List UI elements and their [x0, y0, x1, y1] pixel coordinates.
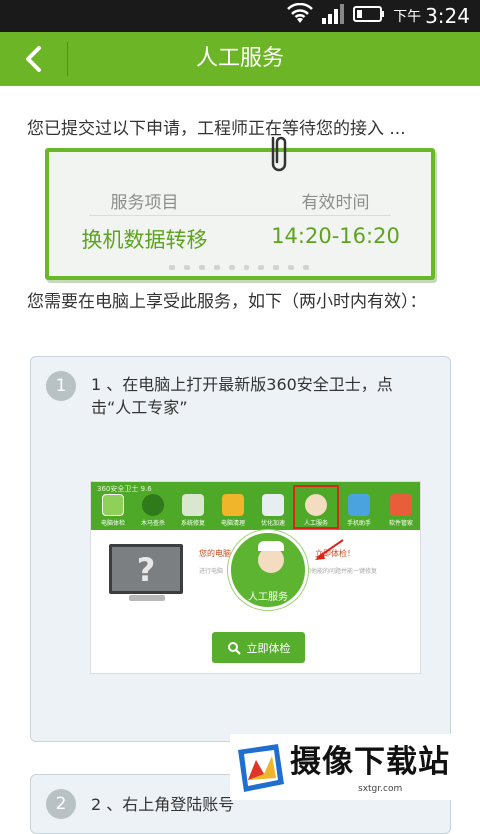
main-content: 您已提交过以下申请，工程师正在等待您的接入 ... 服务项目 有效时间 换机数据… — [0, 86, 480, 834]
shield-icon — [142, 494, 164, 516]
phone-icon — [348, 494, 370, 516]
tool-checkup: 电脑体检 — [95, 494, 131, 527]
pointer-arrow-icon — [315, 539, 344, 560]
service-value: 换机数据转移 — [81, 228, 208, 252]
tool-repair: 系统修复 — [175, 494, 211, 527]
question-mark-icon: ? — [136, 551, 156, 589]
tool-clean: 电脑清理 — [215, 494, 251, 527]
divider — [89, 215, 391, 216]
clock: 3:24 — [425, 4, 470, 28]
header-divider — [67, 42, 68, 76]
monitor-image: ? — [109, 544, 183, 594]
rocket-icon — [262, 494, 284, 516]
tool-trojan: 木马查杀 — [135, 494, 171, 527]
watermark-text: 摄像下载站 — [290, 744, 450, 780]
step-number-badge: 1 — [46, 371, 76, 401]
tool-software: 软件管家 — [383, 494, 419, 527]
watermark: 摄像下载站 sxtgr.com — [230, 734, 480, 800]
request-card-header: 服务项目 有效时间 — [49, 188, 431, 213]
doctor-cap — [258, 541, 284, 551]
wrench-icon — [182, 494, 204, 516]
wifi-icon — [287, 2, 313, 29]
app-toolbar: 360安全卫士 9.6 电脑体检 木马查杀 系统修复 电脑清理 优化加速 人工服… — [91, 482, 420, 530]
step-2-text: 2 、右上角登陆账号 — [91, 795, 235, 814]
signal-icon — [321, 4, 345, 28]
battery-icon — [353, 6, 385, 26]
tool-speedup: 优化加速 — [255, 494, 291, 527]
service-callout-label: 人工服务 — [248, 592, 288, 603]
request-card: 服务项目 有效时间 换机数据转移 14:20-16:20 — [45, 136, 435, 280]
app-screenshot: 360安全卫士 9.6 电脑体检 木马查杀 系统修复 电脑清理 优化加速 人工服… — [90, 481, 421, 674]
apps-icon — [390, 494, 412, 516]
request-card-values: 换机数据转移 14:20-16:20 — [49, 224, 431, 254]
header-bar: 人工服务 — [0, 32, 480, 86]
watermark-url: sxtgr.com — [358, 784, 403, 794]
service-item-label: 服务项目 — [110, 193, 179, 213]
back-arrow-icon — [26, 46, 41, 72]
service-callout: 人工服务 — [228, 530, 308, 610]
step-number-badge: 2 — [46, 789, 76, 819]
valid-time-label: 有效时间 — [301, 193, 370, 213]
back-button[interactable] — [0, 32, 66, 86]
time-range-value: 14:20-16:20 — [271, 224, 400, 248]
monitor-stand — [129, 595, 165, 601]
instructions-text: 您需要在电脑上享受此服务，如下（两小时内有效）： — [27, 292, 427, 312]
tool-human-service: 人工服务 — [293, 485, 339, 529]
time-prefix: 下午 — [393, 9, 422, 25]
step-1-text: 1 、在电脑上打开最新版360安全卫士，点击“人工专家” — [91, 375, 393, 417]
watermark-logo-icon — [238, 744, 284, 792]
doctor-icon — [305, 494, 327, 516]
app-title: 360安全卫士 9.6 — [97, 485, 152, 493]
scan-now-button: 立即体检 — [212, 632, 305, 663]
page-title: 人工服务 — [195, 46, 284, 71]
torn-edge-dots — [169, 265, 310, 273]
status-bar: 下午 3:24 — [0, 0, 480, 32]
step-1-card: 1 1 、在电脑上打开最新版360安全卫士，点击“人工专家” 360安全卫士 9… — [30, 356, 451, 742]
search-icon — [227, 641, 241, 655]
broom-icon — [222, 494, 244, 516]
tool-phone: 手机助手 — [341, 494, 377, 527]
paperclip-icon — [271, 136, 287, 172]
intro-text: 您已提交过以下申请，工程师正在等待您的接入 ... — [27, 119, 406, 139]
checkup-icon — [102, 494, 124, 516]
status-icons: 下午 3:24 — [287, 2, 470, 29]
